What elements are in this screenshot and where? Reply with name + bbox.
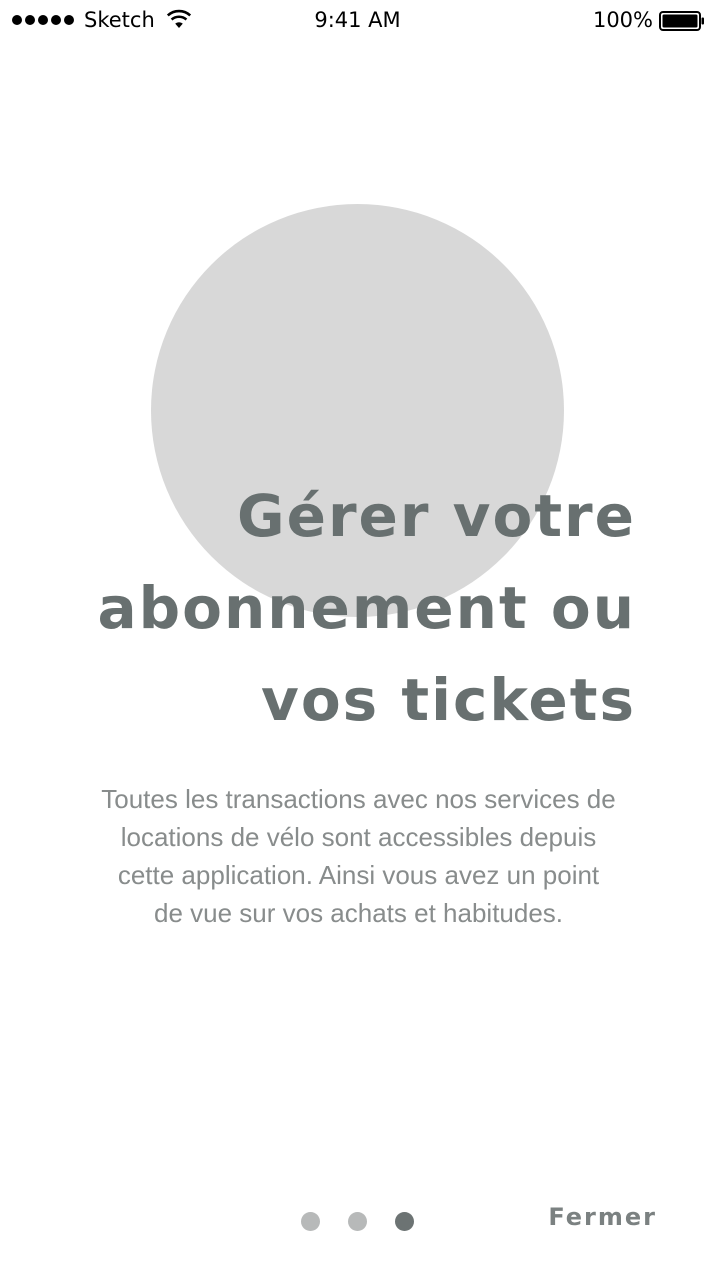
- page-dot-2[interactable]: [348, 1212, 367, 1231]
- description-line: locations de vélo sont accessibles depui…: [120, 822, 597, 852]
- status-bar: Sketch 9:41 AM 100%: [0, 0, 715, 42]
- onboarding-title: Gérer votre abonnement ou vos tickets: [76, 470, 636, 746]
- description-line: Toutes les transactions avec nos service…: [101, 784, 616, 814]
- title-line: Gérer votre: [237, 482, 636, 550]
- page-indicator: [301, 1212, 414, 1231]
- close-button[interactable]: Fermer: [548, 1203, 657, 1231]
- battery-percentage: 100%: [592, 8, 653, 32]
- description-line: de vue sur vos achats et habitudes.: [153, 898, 564, 928]
- page-dot-3[interactable]: [395, 1212, 414, 1231]
- page-dot-1[interactable]: [301, 1212, 320, 1231]
- description-line: cette application. Ainsi vous avez un po…: [117, 860, 600, 890]
- title-line: abonnement ou: [97, 574, 636, 642]
- battery-full-icon: [659, 11, 704, 31]
- onboarding-description: Toutes les transactions avec nos service…: [60, 780, 657, 932]
- title-line: vos tickets: [261, 666, 636, 734]
